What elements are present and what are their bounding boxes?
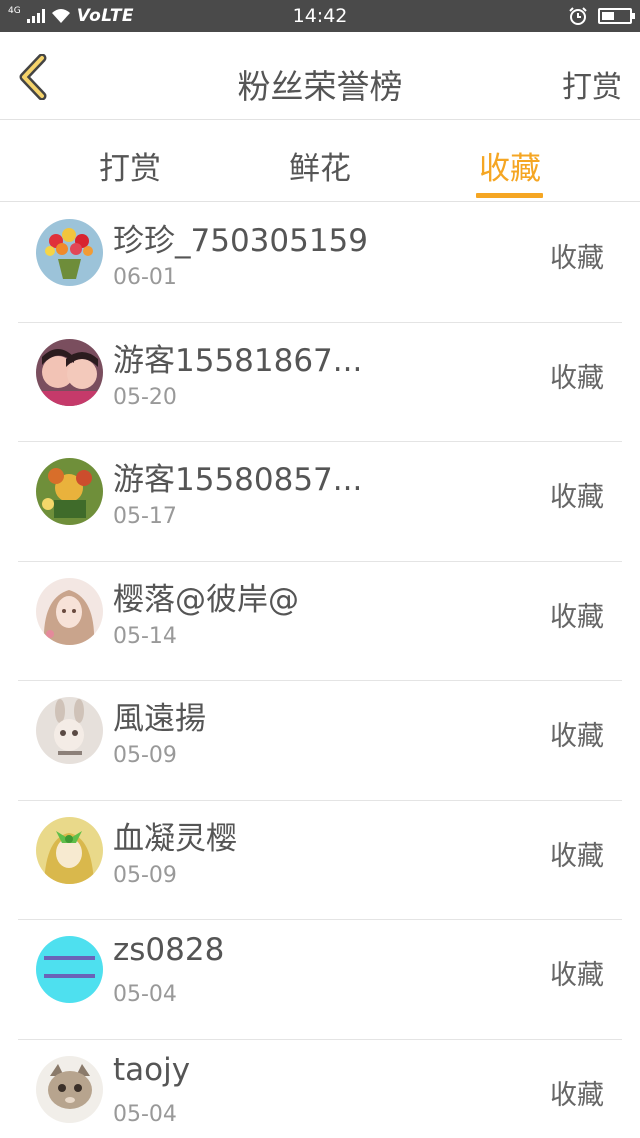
user-name: 樱落@彼岸@ — [113, 581, 299, 618]
fan-list: 珍珍_750305159 06-01 收藏 游客15581867... 05-2… — [0, 203, 640, 1138]
user-action: 收藏 — [550, 960, 604, 991]
kitten-avatar — [36, 1055, 103, 1123]
list-item[interactable]: 游客15581867... 05-20 收藏 — [0, 323, 640, 443]
tab-favorites[interactable]: 收藏 — [450, 143, 570, 188]
user-name: zs0828 — [113, 932, 225, 968]
user-name: 游客15580857... — [113, 462, 363, 498]
user-action: 收藏 — [550, 840, 604, 872]
green-ribbon-avatar — [36, 816, 103, 884]
user-name: 游客15581867... — [113, 342, 363, 379]
status-bar: 4G VoLTE 14:42 — [0, 0, 640, 32]
user-date: 05-14 — [113, 623, 177, 649]
flowers-avatar — [36, 219, 103, 286]
doll-avatar — [36, 697, 103, 764]
children-photo-avatar — [36, 338, 103, 406]
user-action: 收藏 — [550, 482, 604, 513]
list-item[interactable]: 珍珍_750305159 06-01 收藏 — [0, 203, 640, 323]
user-name: 血凝灵樱 — [113, 820, 237, 857]
battery-icon — [598, 8, 635, 24]
list-item[interactable]: taojy 05-04 收藏 — [0, 1040, 640, 1138]
list-item[interactable]: 游客15580857... 05-17 收藏 — [0, 442, 640, 562]
cartoon-avatar — [36, 458, 103, 525]
user-date: 05-17 — [113, 504, 177, 529]
list-item[interactable]: 風遠揚 05-09 收藏 — [0, 681, 640, 801]
anime-girl-avatar — [36, 577, 103, 645]
tab-bar: 打赏 鲜花 收藏 — [0, 121, 640, 202]
user-name: taojy — [113, 1051, 191, 1088]
status-right — [568, 5, 635, 27]
user-date: 05-04 — [113, 982, 177, 1007]
user-date: 06-01 — [113, 265, 177, 290]
user-action: 收藏 — [550, 601, 604, 633]
user-action: 收藏 — [550, 1079, 604, 1111]
tab-reward[interactable]: 打赏 — [70, 143, 190, 188]
active-tab-indicator — [476, 193, 543, 198]
text-avatar — [36, 936, 103, 1003]
app-header: 粉丝荣誉榜 打赏 — [0, 32, 640, 120]
user-action: 收藏 — [550, 243, 604, 274]
user-date: 05-20 — [113, 384, 177, 410]
list-item[interactable]: zs0828 05-04 收藏 — [0, 920, 640, 1040]
alarm-icon — [569, 7, 587, 25]
user-date: 05-09 — [113, 862, 177, 888]
clock: 14:42 — [292, 5, 348, 27]
page-title: 粉丝荣誉榜 — [237, 67, 403, 106]
list-item[interactable]: 樱落@彼岸@ 05-14 收藏 — [0, 562, 640, 682]
reward-button[interactable]: 打赏 — [562, 62, 622, 106]
list-item[interactable]: 血凝灵樱 05-09 收藏 — [0, 801, 640, 921]
user-date: 05-09 — [113, 743, 177, 768]
user-action: 收藏 — [550, 721, 604, 752]
user-name: 風遠揚 — [113, 701, 206, 737]
user-date: 05-04 — [113, 1101, 177, 1127]
user-name: 珍珍_750305159 — [113, 223, 369, 259]
tab-flowers[interactable]: 鲜花 — [260, 143, 380, 188]
user-action: 收藏 — [550, 362, 604, 394]
